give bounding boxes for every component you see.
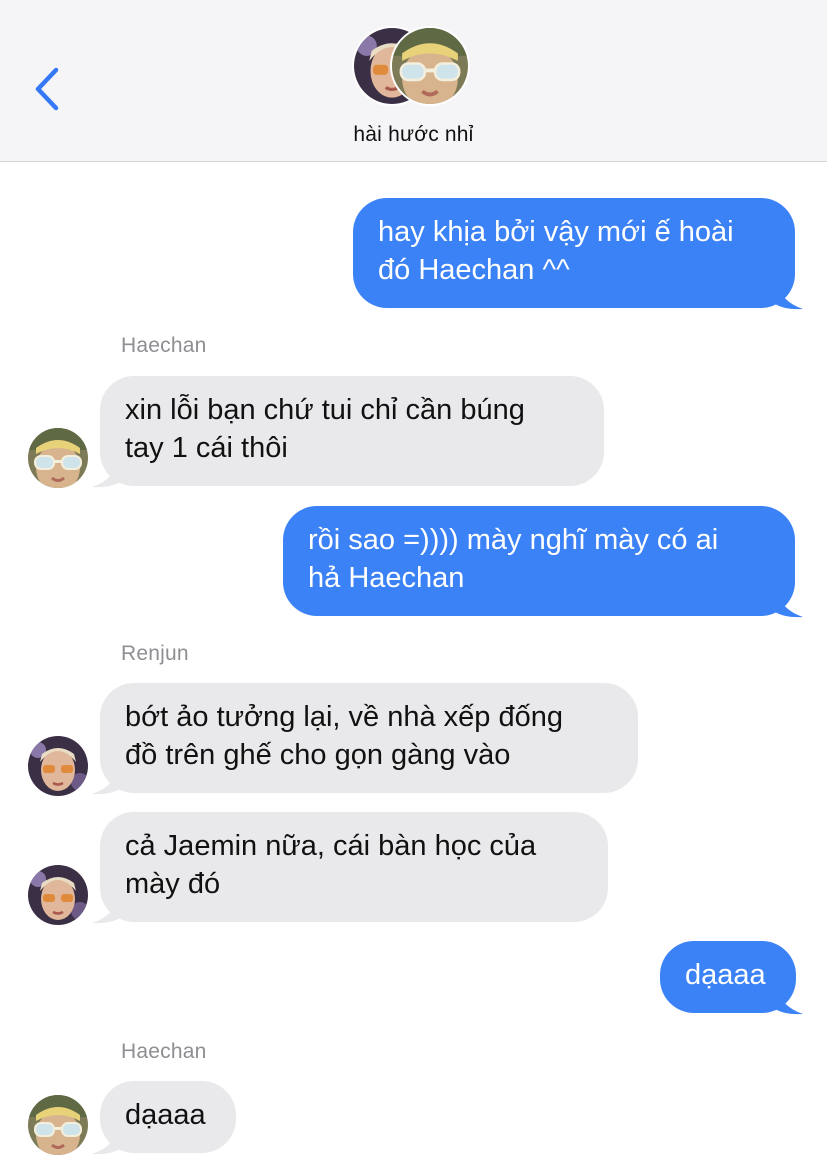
message-text: hay khịa bởi vậy mới ế hoài	[378, 216, 734, 248]
message-text: xin lỗi bạn chứ tui chỉ cần búng	[125, 394, 525, 426]
message-bubble-outgoing[interactable]: rồi sao =)))) mày nghĩ mày có ai hả Haec…	[283, 506, 795, 616]
bubble-tail	[92, 1125, 120, 1155]
bubble-tail	[775, 985, 803, 1015]
chevron-left-icon	[35, 67, 59, 111]
message-text: hả Haechan	[308, 562, 465, 594]
bubble-tail	[92, 458, 120, 488]
bubble-tail	[92, 894, 120, 924]
message-text: đồ trên ghế cho gọn gàng vào	[125, 739, 511, 771]
message-text: rồi sao =)))) mày nghĩ mày có ai	[308, 524, 719, 556]
message-text: mày đó	[125, 868, 221, 900]
message-bubble-incoming[interactable]: bớt ảo tưởng lại, về nhà xếp đống đồ trê…	[100, 683, 638, 793]
message-bubble-incoming[interactable]: cả Jaemin nữa, cái bàn học của mày đó	[100, 812, 608, 922]
bubble-tail	[775, 280, 803, 310]
avatar-haechan[interactable]	[28, 1095, 88, 1155]
bubble-tail	[775, 588, 803, 618]
back-button[interactable]	[28, 62, 68, 116]
message-text: dạaaa	[125, 1099, 206, 1131]
message-bubble-incoming[interactable]: dạaaa	[100, 1081, 236, 1153]
avatar-renjun[interactable]	[28, 865, 88, 925]
chat-header: hài hước nhỉ	[0, 0, 827, 162]
message-text: đó Haechan ^^	[378, 254, 570, 286]
avatar-renjun[interactable]	[28, 736, 88, 796]
member-avatar	[390, 26, 470, 106]
avatar-haechan[interactable]	[28, 428, 88, 488]
sender-name: Haechan	[121, 1040, 207, 1063]
group-name[interactable]: hài hước nhỉ	[0, 123, 827, 147]
message-text: bớt ảo tưởng lại, về nhà xếp đống	[125, 701, 563, 733]
sender-name: Renjun	[121, 642, 189, 665]
bubble-tail	[92, 765, 120, 795]
message-bubble-incoming[interactable]: xin lỗi bạn chứ tui chỉ cần búng tay 1 c…	[100, 376, 604, 486]
sender-name: Haechan	[121, 334, 207, 357]
message-text: cả Jaemin nữa, cái bàn học của	[125, 830, 537, 862]
group-avatar[interactable]	[352, 26, 476, 110]
message-text: tay 1 cái thôi	[125, 432, 288, 464]
message-text: dạaaa	[685, 959, 766, 991]
message-bubble-outgoing[interactable]: hay khịa bởi vậy mới ế hoài đó Haechan ^…	[353, 198, 795, 308]
